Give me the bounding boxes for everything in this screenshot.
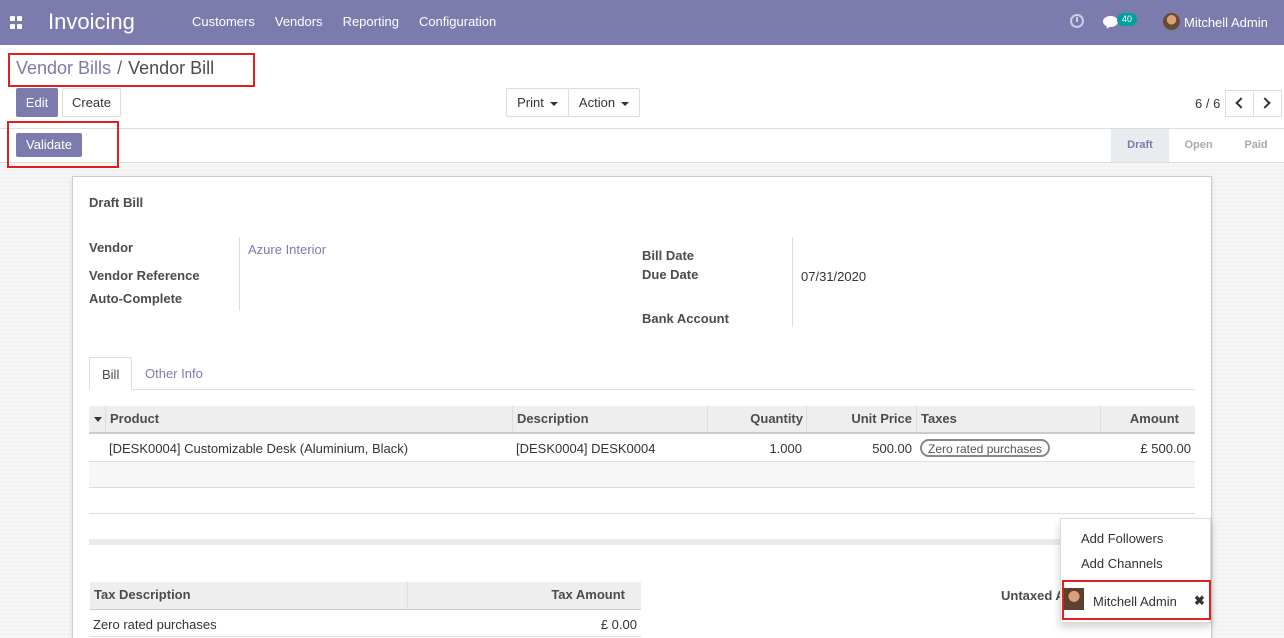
- chevron-left-icon: [1235, 97, 1247, 109]
- column-header-amount[interactable]: Amount: [1100, 406, 1195, 432]
- activity-clock-icon[interactable]: [1070, 14, 1084, 28]
- field-separator: [239, 237, 240, 311]
- row-divider: [90, 636, 641, 637]
- table-footer: [89, 539, 1195, 545]
- highlight-box-breadcrumb: [8, 53, 255, 87]
- vendor-field[interactable]: Azure Interior: [248, 242, 326, 257]
- auto-complete-label: Auto-Complete: [89, 291, 183, 306]
- user-avatar[interactable]: [1163, 13, 1180, 30]
- due-date-field[interactable]: 07/31/2020: [801, 269, 866, 284]
- line-quantity[interactable]: 1.000: [707, 441, 802, 456]
- empty-row[interactable]: [89, 462, 1195, 487]
- create-button[interactable]: Create: [62, 88, 121, 117]
- edit-button[interactable]: Edit: [16, 88, 58, 117]
- messaging-icon[interactable]: [1103, 16, 1118, 27]
- add-followers-item[interactable]: Add Followers: [1081, 531, 1163, 546]
- line-amount: £ 500.00: [1140, 441, 1191, 456]
- sort-caret-icon[interactable]: [94, 417, 102, 422]
- stage-paid: Paid: [1244, 139, 1268, 151]
- bank-account-label: Bank Account: [642, 311, 729, 326]
- tabs-divider: [89, 389, 1195, 390]
- menu-item-reporting[interactable]: Reporting: [343, 14, 399, 29]
- add-channels-item[interactable]: Add Channels: [1081, 556, 1163, 571]
- pager-next-button[interactable]: [1253, 90, 1282, 117]
- messages-count-badge: 40: [1117, 13, 1138, 26]
- pager-value: 6 / 6: [1195, 96, 1221, 111]
- column-header-product[interactable]: Product: [105, 406, 513, 432]
- user-menu[interactable]: Mitchell Admin: [1184, 15, 1268, 30]
- bill-date-label: Bill Date: [642, 248, 695, 263]
- column-header-quantity[interactable]: Quantity: [707, 406, 807, 432]
- highlight-box-validate: [7, 121, 119, 168]
- highlight-box-follower: [1062, 580, 1211, 620]
- tab-other-info[interactable]: Other Info: [133, 357, 215, 390]
- line-product[interactable]: [DESK0004] Customizable Desk (Aluminium,…: [109, 441, 408, 456]
- form-statusbar: Validate Draft Open Paid: [0, 128, 1284, 163]
- column-header-tax-description: Tax Description: [94, 587, 191, 602]
- apps-menu-icon[interactable]: [10, 16, 23, 29]
- vendor-reference-label: Vendor Reference: [89, 268, 200, 283]
- column-header-taxes[interactable]: Taxes: [916, 406, 1101, 432]
- print-dropdown[interactable]: Print: [506, 88, 569, 117]
- tax-line-amount: £ 0.00: [600, 617, 637, 632]
- top-navbar: Invoicing Customers Vendors Reporting Co…: [0, 0, 1284, 45]
- action-label: Action: [578, 95, 616, 110]
- stage-draft: Draft: [1111, 129, 1169, 162]
- menu-item-customers[interactable]: Customers: [192, 14, 255, 29]
- app-title[interactable]: Invoicing: [48, 9, 135, 35]
- print-label: Print: [517, 95, 544, 110]
- row-divider: [89, 487, 1195, 488]
- column-header-description[interactable]: Description: [512, 406, 707, 432]
- caret-down-icon: [621, 101, 630, 106]
- field-separator: [792, 237, 793, 327]
- due-date-label: Due Date: [642, 267, 699, 282]
- invoice-lines-header: Product Description Quantity Unit Price …: [89, 406, 1195, 434]
- form-title: Draft Bill: [89, 195, 144, 210]
- untaxed-amount-label: Untaxed A: [1001, 588, 1065, 603]
- tab-bill[interactable]: Bill: [89, 357, 133, 390]
- column-header-tax-amount: Tax Amount: [407, 582, 641, 608]
- caret-down-icon: [549, 101, 558, 106]
- tax-tag[interactable]: Zero rated purchases: [920, 439, 1051, 457]
- tax-line-description: Zero rated purchases: [93, 617, 217, 632]
- main-menu: Customers Vendors Reporting Configuratio…: [182, 14, 506, 29]
- line-unit-price[interactable]: 500.00: [807, 441, 912, 456]
- menu-item-configuration[interactable]: Configuration: [419, 14, 496, 29]
- menu-item-vendors[interactable]: Vendors: [275, 14, 323, 29]
- row-divider: [89, 513, 1195, 514]
- action-dropdown[interactable]: Action: [568, 88, 640, 117]
- vendor-label: Vendor: [89, 240, 134, 255]
- tax-table-header: Tax Description Tax Amount: [90, 582, 641, 610]
- line-description[interactable]: [DESK0004] DESK0004: [516, 441, 655, 456]
- column-header-unit-price[interactable]: Unit Price: [806, 406, 916, 432]
- chevron-right-icon: [1259, 97, 1271, 109]
- pager-previous-button[interactable]: [1225, 90, 1254, 117]
- stage-open: Open: [1184, 139, 1213, 151]
